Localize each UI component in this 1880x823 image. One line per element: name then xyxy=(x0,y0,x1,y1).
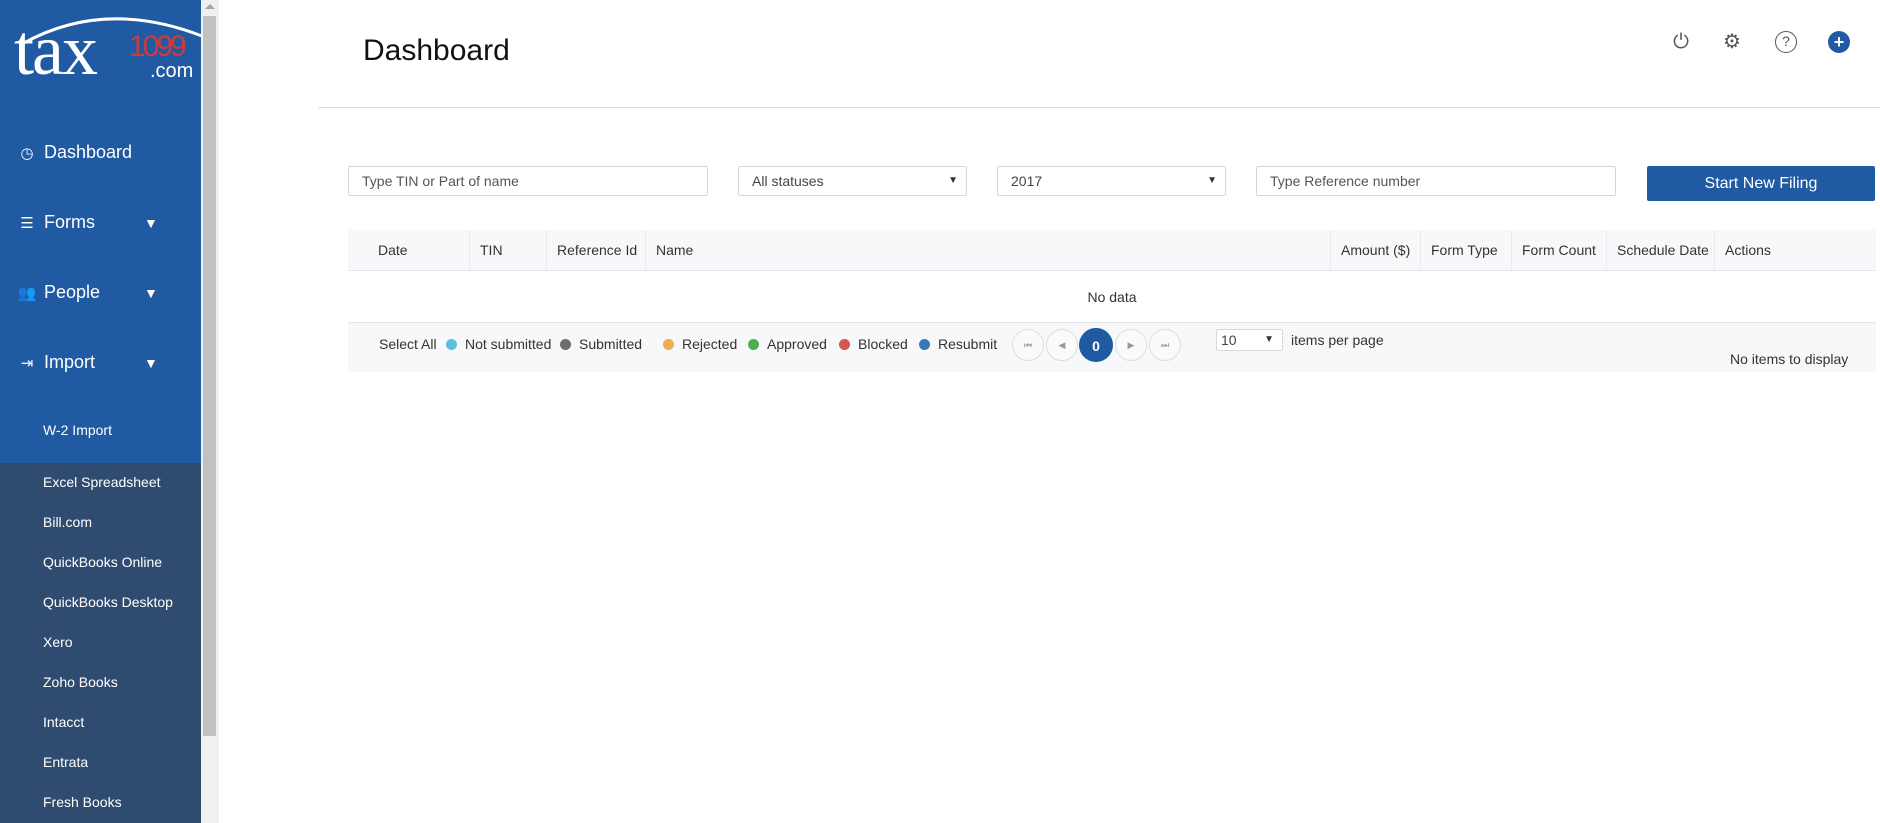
legend-not-submitted[interactable]: Not submitted xyxy=(446,336,551,352)
legend-label: Submitted xyxy=(579,336,643,352)
logo-1099: 1099 xyxy=(129,30,187,63)
column-form-count[interactable]: Form Count xyxy=(1511,230,1606,270)
legend-label: Approved xyxy=(767,336,827,352)
sidebar-subitem-qbo[interactable]: QuickBooks Online xyxy=(43,554,162,570)
status-select-value: All statuses xyxy=(752,173,824,189)
sidebar-subitem-qbd[interactable]: QuickBooks Desktop xyxy=(43,594,173,610)
logo-com: .com xyxy=(150,60,194,82)
add-icon[interactable]: + xyxy=(1828,31,1850,53)
column-actions[interactable]: Actions xyxy=(1714,230,1876,270)
column-name[interactable]: Name xyxy=(645,230,1330,270)
pager-status: No items to display xyxy=(1730,351,1849,367)
status-select[interactable]: All statuses ▼ xyxy=(738,166,967,196)
status-dot-icon xyxy=(560,338,571,350)
logo[interactable]: tax 1099 .com xyxy=(14,8,203,90)
table-footer: Select All Not submitted Submitted Rejecte… xyxy=(348,323,1876,372)
sidebar-subitem-freshbooks[interactable]: Fresh Books xyxy=(43,794,122,810)
start-new-filing-button[interactable]: Start New Filing xyxy=(1647,166,1875,201)
sidebar-item-label: People xyxy=(44,282,101,302)
legend-label: Resubmit xyxy=(938,336,998,352)
per-page-select[interactable]: 10 ▼ xyxy=(1216,329,1283,351)
year-select-value: 2017 xyxy=(1011,173,1043,189)
sidebar-item-label: Dashboard xyxy=(44,142,133,162)
next-page-button[interactable]: ▶ xyxy=(1115,329,1147,361)
help-icon[interactable]: ? xyxy=(1775,31,1797,53)
column-amount[interactable]: Amount ($) xyxy=(1330,230,1420,270)
per-page-value: 10 xyxy=(1221,332,1237,348)
sidebar-item-people[interactable]: 👥 People ▼ xyxy=(18,282,198,303)
tin-search-input[interactable]: Type TIN or Part of name xyxy=(348,166,708,196)
chevron-down-icon: ▼ xyxy=(144,354,158,371)
header-divider xyxy=(318,107,1880,108)
status-dot-icon xyxy=(839,338,850,350)
legend-submitted[interactable]: Submitted xyxy=(560,336,642,352)
sidebar-scrollbar[interactable] xyxy=(201,0,219,823)
import-submenu-background xyxy=(0,463,201,823)
per-page-label: items per page xyxy=(1291,332,1384,348)
legend-resubmit[interactable]: Resubmit xyxy=(919,336,997,352)
legend-label: Blocked xyxy=(858,336,908,352)
dropdown-arrow-icon: ▼ xyxy=(948,175,958,186)
page-title: Dashboard xyxy=(363,34,510,67)
sidebar-item-forms[interactable]: ☰ Forms ▼ xyxy=(18,212,198,233)
legend-label: Rejected xyxy=(682,336,738,352)
people-icon: 👥 xyxy=(17,284,37,302)
column-form-type[interactable]: Form Type xyxy=(1420,230,1511,270)
sidebar-item-dashboard[interactable]: ◷ Dashboard xyxy=(18,142,132,163)
prev-page-button[interactable]: ◀ xyxy=(1046,329,1078,361)
table-header: Date TIN Reference Id Name Amount ($) Fo… xyxy=(348,230,1876,271)
select-all-link[interactable]: Select All xyxy=(379,336,437,352)
sidebar-subitem-excel[interactable]: Excel Spreadsheet xyxy=(43,474,161,490)
current-page[interactable]: 0 xyxy=(1079,328,1113,362)
sidebar-subitem-intacct[interactable]: Intacct xyxy=(43,714,84,730)
column-schedule-date[interactable]: Schedule Date xyxy=(1606,230,1714,270)
status-dot-icon xyxy=(748,338,759,350)
import-icon: ⇥ xyxy=(20,354,34,372)
sidebar-subitem-xero[interactable]: Xero xyxy=(43,634,73,650)
empty-table-message: No data xyxy=(348,271,1876,323)
first-page-button[interactable]: ⏮ xyxy=(1012,329,1044,361)
gear-icon[interactable]: ⚙ xyxy=(1721,31,1743,53)
legend-label: Not submitted xyxy=(465,336,552,352)
logo-tax: tax xyxy=(14,10,98,90)
sidebar-item-import[interactable]: ⇥ Import ▼ xyxy=(18,352,198,373)
reference-search-input[interactable]: Type Reference number xyxy=(1256,166,1616,196)
sidebar-subitem-bill-com[interactable]: Bill.com xyxy=(43,514,92,530)
sidebar-item-label: Import xyxy=(44,352,96,372)
column-reference-id[interactable]: Reference Id xyxy=(546,230,645,270)
scrollbar-thumb[interactable] xyxy=(203,16,216,736)
sidebar-subitem-entrata[interactable]: Entrata xyxy=(43,754,88,770)
sidebar: tax 1099 .com ◷ Dashboard ☰ Forms ▼ 👥 Pe… xyxy=(0,0,203,823)
chevron-down-icon: ▼ xyxy=(144,214,158,231)
column-tin[interactable]: TIN xyxy=(469,230,546,270)
legend-blocked[interactable]: Blocked xyxy=(839,336,908,352)
dashboard-gauge-icon: ◷ xyxy=(20,144,34,162)
sidebar-subitem-zoho[interactable]: Zoho Books xyxy=(43,674,118,690)
legend-approved[interactable]: Approved xyxy=(748,336,827,352)
power-icon[interactable]: ⏻ xyxy=(1670,31,1692,53)
status-dot-icon xyxy=(663,338,674,350)
status-dot-icon xyxy=(446,338,457,350)
sidebar-item-label: Forms xyxy=(44,212,95,232)
year-select[interactable]: 2017 ▼ xyxy=(997,166,1226,196)
dropdown-arrow-icon: ▼ xyxy=(1207,175,1217,186)
last-page-button[interactable]: ⏭ xyxy=(1149,329,1181,361)
chevron-down-icon: ▼ xyxy=(144,284,158,301)
status-dot-icon xyxy=(919,338,930,350)
sidebar-subitem-w2-import[interactable]: W-2 Import xyxy=(43,422,112,438)
column-date[interactable]: Date xyxy=(348,230,469,270)
dropdown-arrow-icon: ▼ xyxy=(1264,334,1274,345)
forms-list-icon: ☰ xyxy=(20,214,34,232)
legend-rejected[interactable]: Rejected xyxy=(663,336,737,352)
scroll-up-icon[interactable] xyxy=(205,4,215,9)
